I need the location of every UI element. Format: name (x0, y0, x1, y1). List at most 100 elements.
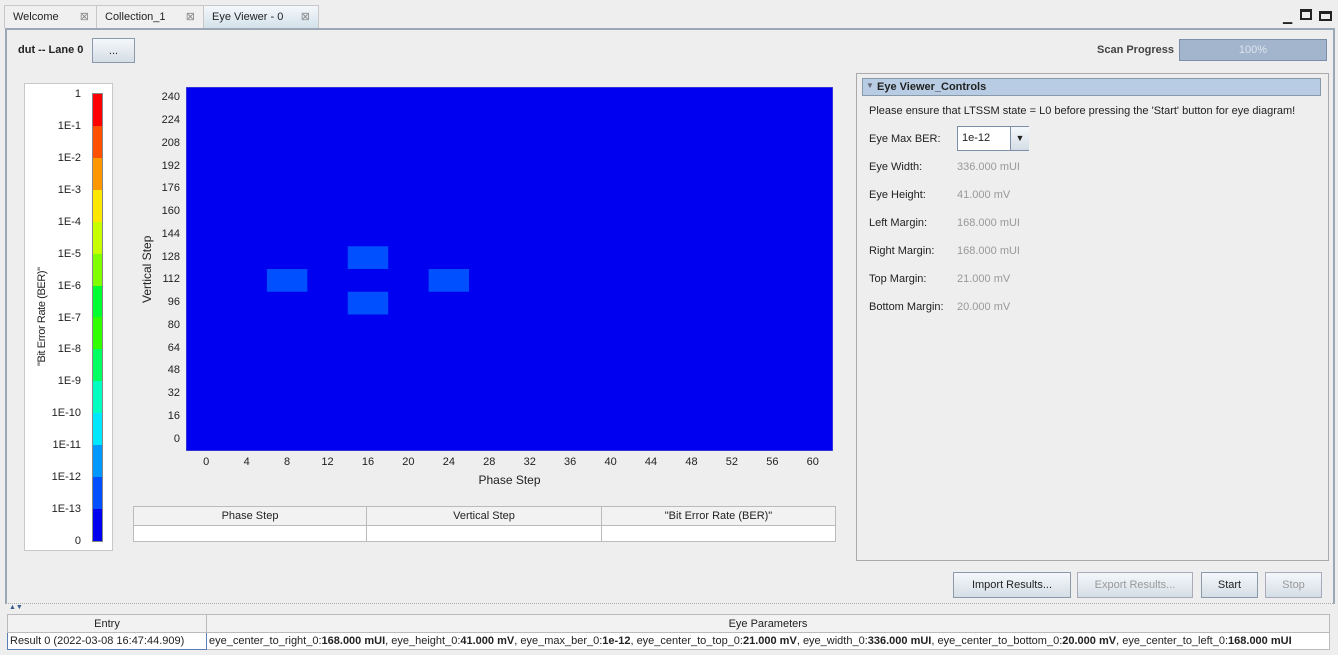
colorbar-title: "Bit Error Rate (BER)" (36, 267, 48, 367)
x-tick-label: 60 (806, 456, 819, 468)
scan-progress-label: Scan Progress (1097, 44, 1175, 56)
field-value: 168.000 mUI (957, 245, 1020, 257)
splitter[interactable]: ▲▼ (5, 603, 1335, 611)
param-value: 336.000 mUI (867, 635, 932, 647)
param-value: 168.000 mUI (1228, 635, 1292, 647)
x-tick-label: 20 (402, 456, 415, 468)
colorbar (92, 93, 103, 542)
entry-cell[interactable]: Result 0 (2022-03-08 16:47:44.909) (7, 632, 207, 650)
colorbar-label: 1E-12 (51, 471, 81, 484)
column-header: Vertical Step (366, 506, 602, 526)
start-button[interactable]: Start (1201, 572, 1258, 598)
params-cell[interactable]: eye_center_to_right_0:168.000 mUI, eye_h… (206, 632, 1330, 650)
heatmap-cell[interactable] (266, 269, 308, 292)
y-axis-label: Vertical Step (140, 235, 154, 303)
y-tick-label: 208 (161, 136, 180, 149)
heatmap-cell[interactable] (428, 269, 470, 292)
param-key: eye_center_to_bottom_0: (937, 635, 1063, 647)
minimize-icon[interactable]: ▁ (1283, 10, 1292, 24)
tab-label: Welcome (13, 11, 59, 23)
colorbar-label: 1E-10 (51, 407, 81, 420)
x-tick-label: 52 (725, 456, 739, 468)
x-tick-label: 16 (361, 456, 375, 468)
collapse-triangle-icon[interactable]: ▼ (866, 81, 874, 90)
tab-welcome[interactable]: Welcome ⊠ (4, 5, 98, 28)
y-tick-label: 176 (161, 182, 180, 195)
x-tick-label: 40 (604, 456, 617, 468)
close-icon[interactable]: ⊠ (80, 10, 89, 23)
tab-eye-viewer[interactable]: Eye Viewer - 0 ⊠ (203, 5, 319, 28)
close-icon[interactable]: ⊠ (186, 10, 195, 23)
maximize-icon[interactable] (1319, 11, 1332, 21)
heatmap-plot[interactable] (186, 87, 833, 451)
colorbar-label: 1E-3 (57, 183, 81, 196)
y-tick-label: 16 (167, 409, 180, 422)
x-tick-label: 24 (442, 456, 455, 468)
import-results-button[interactable]: Import Results... (953, 572, 1071, 598)
param-value: 1e-12 (602, 635, 631, 647)
x-tick-label: 48 (685, 456, 698, 468)
x-tick-label: 4 (243, 456, 250, 468)
x-tick-label: 12 (321, 456, 334, 468)
x-tick-label: 28 (483, 456, 496, 468)
param-key: eye_center_to_top_0: (636, 635, 743, 647)
colorbar-band (93, 445, 102, 478)
table-row[interactable]: Result 0 (2022-03-08 16:47:44.909) eye_ce… (7, 632, 1330, 650)
field-value: 20.000 mV (957, 301, 1011, 313)
colorbar-label: 1E-4 (57, 215, 81, 228)
column-header: "Bit Error Rate (BER)" (601, 506, 836, 526)
chevron-down-icon[interactable]: ▼ (1010, 127, 1029, 150)
cell[interactable] (601, 525, 836, 542)
ltssm-notice: Please ensure that LTSSM state = L0 befo… (869, 105, 1296, 117)
field-label: Left Margin: (869, 217, 928, 229)
heatmap-cell[interactable] (347, 291, 389, 315)
browse-button[interactable]: ... (92, 38, 135, 63)
cell[interactable] (366, 525, 602, 542)
field-label: Eye Height: (869, 189, 926, 201)
field-value: 336.000 mUI (957, 161, 1020, 173)
param-key: eye_max_ber_0: (520, 635, 603, 647)
colorbar-label: 1E-1 (57, 119, 81, 132)
stop-button[interactable]: Stop (1265, 572, 1322, 598)
param-key: eye_center_to_left_0: (1122, 635, 1229, 647)
field-value: 21.000 mV (957, 273, 1011, 285)
colorbar-label: 1E-2 (57, 151, 81, 164)
field-value: 41.000 mV (957, 189, 1011, 201)
colorbar-label: 1E-11 (52, 439, 81, 452)
colorbar-band (93, 125, 102, 158)
y-tick-label: 192 (161, 159, 180, 172)
x-tick-label: 0 (203, 456, 210, 468)
progress-text: 100% (1238, 44, 1268, 56)
tab-collection[interactable]: Collection_1 ⊠ (96, 5, 204, 28)
colorbar-band (93, 94, 102, 126)
colorbar-band (93, 413, 102, 446)
column-header-entry[interactable]: Entry (7, 614, 207, 633)
device-label: dut -- Lane 0 (18, 44, 84, 56)
param-value: 20.000 mV (1062, 635, 1117, 647)
field-label: Bottom Margin: (869, 301, 944, 313)
close-icon[interactable]: ⊠ (301, 10, 310, 23)
max-ber-select[interactable]: 1e-12 ▼ (957, 126, 1029, 151)
y-tick-label: 80 (167, 318, 180, 331)
x-tick-label: 44 (644, 456, 658, 468)
colorbar-band (93, 477, 102, 509)
detach-icon[interactable] (1300, 9, 1312, 20)
column-header-eye-parameters[interactable]: Eye Parameters (206, 614, 1330, 633)
heatmap-cell[interactable] (347, 246, 389, 269)
colorbar-band (93, 381, 102, 414)
x-tick-label: 36 (564, 456, 577, 468)
controls-header[interactable]: ▼ Eye Viewer_Controls (862, 78, 1321, 96)
x-tick-label: 32 (523, 456, 536, 468)
export-results-button[interactable]: Export Results... (1077, 572, 1193, 598)
y-tick-label: 64 (167, 341, 180, 354)
cell[interactable] (133, 525, 367, 542)
colorbar-band (93, 157, 102, 190)
y-tick-label: 160 (161, 205, 180, 218)
y-tick-label: 240 (161, 91, 180, 104)
colorbar-band (93, 317, 102, 350)
param-key: eye_height_0: (391, 635, 461, 647)
colorbar-band (93, 221, 102, 254)
field-value: 168.000 mUI (957, 217, 1020, 229)
tab-label: Collection_1 (105, 11, 166, 23)
param-value: 168.000 mUI (321, 635, 386, 647)
